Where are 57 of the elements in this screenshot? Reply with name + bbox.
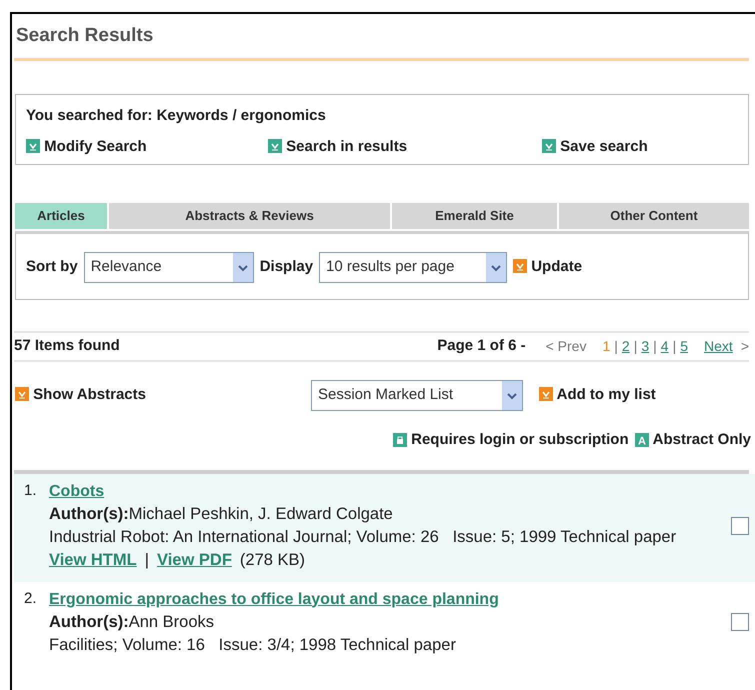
- search-query: You searched for: Keywords / ergonomics: [26, 106, 327, 126]
- show-abstracts-button[interactable]: Show Abstracts: [15, 384, 311, 407]
- result-number: 1.: [24, 480, 38, 500]
- lock-icon: [393, 433, 408, 448]
- arrow-square-icon: [15, 387, 29, 402]
- result-source: Facilities; Volume: 16 Issue: 3/4; 1998 Technical paper: [49, 634, 457, 656]
- tab[interactable]: Abstracts & Reviews: [109, 203, 390, 229]
- caret-icon: [507, 392, 517, 400]
- file-size: (278 KB): [240, 550, 306, 570]
- display-label: Display: [260, 257, 314, 278]
- next-arrow[interactable]: >: [740, 336, 749, 357]
- arrow-square-icon: [26, 138, 40, 152]
- arrow-square-icon: [539, 387, 553, 402]
- result-authors: Author(s):Michael Peshkin, J. Edward Colgate: [49, 504, 394, 524]
- abstract-badge-icon: A: [634, 433, 649, 448]
- arrow-square-icon: [268, 138, 282, 152]
- search-action-link[interactable]: Search in results: [268, 138, 408, 154]
- list-dropdown[interactable]: Session Marked List: [311, 380, 523, 411]
- result-number: 2.: [24, 588, 38, 608]
- page-separator: |: [672, 337, 676, 356]
- prev-link[interactable]: < Prev: [546, 336, 586, 357]
- page-separator: |: [634, 337, 638, 356]
- result-authors: Author(s):Ann Brooks: [49, 612, 216, 632]
- caret-icon: [238, 264, 248, 272]
- tab[interactable]: Emerald Site: [392, 203, 557, 229]
- next-link[interactable]: Next: [704, 336, 733, 357]
- page-title: Search Results: [15, 24, 154, 48]
- display-dropdown[interactable]: 10 results per page: [319, 252, 508, 283]
- page-summary: Page 1 of 6 -: [437, 336, 526, 356]
- view-link[interactable]: View PDF: [157, 548, 232, 572]
- page-link[interactable]: 4: [660, 336, 669, 357]
- result-source: Industrial Robot: An International Journal; Volume: 26 Issue: 5; 1999 Technical paper: [49, 526, 678, 548]
- result-checkbox[interactable]: [731, 613, 749, 631]
- search-action-link[interactable]: Save search: [542, 138, 648, 154]
- arrow-square-icon: [513, 259, 528, 274]
- page-link[interactable]: 2: [622, 336, 630, 357]
- result-title-link[interactable]: Cobots: [49, 482, 104, 500]
- result-title-link[interactable]: Ergonomic approaches to office layout and space planning: [49, 590, 499, 608]
- link-separator: |: [144, 550, 150, 570]
- sort-dropdown[interactable]: Relevance: [84, 252, 254, 283]
- caret-icon: [491, 264, 502, 272]
- items-count: 57 Items found: [14, 336, 120, 356]
- page-separator: |: [614, 337, 618, 356]
- update-button[interactable]: Update: [513, 256, 582, 279]
- add-to-list-button[interactable]: Add to my list: [539, 384, 656, 407]
- page-separator: |: [653, 337, 657, 356]
- sort-label: Sort by: [26, 257, 78, 278]
- view-link[interactable]: View HTML: [49, 548, 137, 572]
- tab[interactable]: Other Content: [559, 203, 749, 229]
- tab[interactable]: Articles: [15, 203, 107, 229]
- result-checkbox[interactable]: [731, 516, 749, 534]
- arrow-square-icon: [542, 138, 556, 152]
- legend-label: Abstract Only: [652, 430, 751, 450]
- page-link[interactable]: 5: [680, 336, 688, 357]
- page-link[interactable]: 3: [641, 336, 650, 357]
- legend-label: Requires login or subscription: [411, 430, 629, 450]
- search-action-link[interactable]: Modify Search: [26, 138, 147, 154]
